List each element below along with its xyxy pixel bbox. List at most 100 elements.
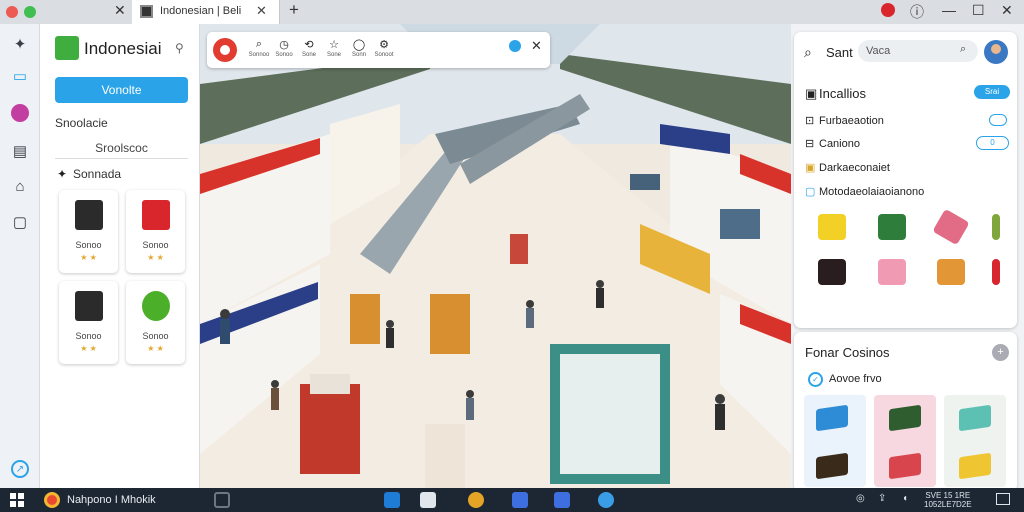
tray-time: SVE 15 1RE bbox=[925, 491, 971, 500]
maximize-icon[interactable]: ☐ bbox=[972, 2, 985, 19]
product-card[interactable]: Sonoo ★ ★ bbox=[126, 281, 185, 364]
globe-icon[interactable] bbox=[509, 40, 521, 52]
tray-clock[interactable]: SVE 15 1RE 1052LE7D2E bbox=[924, 491, 972, 509]
network-icon[interactable]: ◎ bbox=[856, 493, 865, 504]
dark-bag-icon[interactable] bbox=[818, 259, 846, 285]
close-icon[interactable]: ✕ bbox=[531, 38, 542, 54]
category-icon: ✦ bbox=[57, 167, 68, 181]
phone-icon[interactable] bbox=[512, 492, 528, 508]
row-square[interactable]: ▢ Motodaeolaiaoianono bbox=[805, 185, 924, 198]
start-icon[interactable] bbox=[10, 493, 24, 507]
profile-icon[interactable] bbox=[11, 104, 29, 122]
tool-circle[interactable]: ◯ Sonn bbox=[347, 38, 371, 58]
globe-icon[interactable] bbox=[598, 492, 614, 508]
tool-share[interactable]: ⟲ Sone bbox=[297, 38, 321, 58]
orange-box-icon[interactable] bbox=[937, 259, 965, 285]
browser-app-icon[interactable] bbox=[44, 492, 60, 508]
search-icon[interactable]: ⌕ bbox=[804, 44, 812, 61]
right-panel: ⌕ Sant Vaca ⌕ ▣ Incallios Srai ⊡ Furbaeaot… bbox=[791, 24, 1024, 492]
window-zoom-dot[interactable] bbox=[24, 6, 36, 18]
product-card[interactable]: Sonoo ★ ★ bbox=[59, 190, 118, 273]
red-key-icon[interactable] bbox=[992, 259, 1000, 285]
tool-search[interactable]: ⌕ Sonnoo bbox=[247, 38, 271, 58]
monitor-icon[interactable] bbox=[214, 492, 230, 508]
tab-close-icon[interactable]: ✕ bbox=[256, 3, 267, 19]
puzzle-icon[interactable]: ✦ bbox=[10, 34, 30, 54]
compass-icon[interactable]: ↗ bbox=[11, 460, 29, 478]
check-icon[interactable]: ✓ bbox=[808, 372, 823, 387]
info-icon[interactable]: ⓘ bbox=[910, 2, 924, 22]
pin-icon[interactable]: ⚲ bbox=[175, 41, 184, 55]
clock-icon: ◷ bbox=[279, 39, 289, 51]
primary-button[interactable]: Vonolte bbox=[55, 77, 188, 103]
product-card[interactable]: Sonoo ★ ★ bbox=[126, 190, 185, 273]
document-icon[interactable]: ▤ bbox=[10, 141, 30, 161]
tool-history[interactable]: ◷ Sonoo bbox=[272, 38, 296, 58]
avatar[interactable] bbox=[984, 40, 1008, 64]
row-link[interactable]: ⊡ Furbaeaotion bbox=[805, 114, 884, 127]
card-label: Sonoo bbox=[142, 331, 169, 341]
new-tab-icon[interactable]: + bbox=[289, 0, 299, 20]
store-icon[interactable] bbox=[384, 492, 400, 508]
card-image-icon bbox=[75, 291, 103, 321]
yellow-box-icon[interactable] bbox=[818, 214, 846, 240]
product-card[interactable]: Sonoo ★ ★ bbox=[59, 281, 118, 364]
sub-input[interactable]: Sroolscoc bbox=[55, 137, 188, 159]
brown-box-icon bbox=[816, 452, 848, 480]
category-label: Sonnada bbox=[73, 167, 122, 181]
tool-label: Sonoo bbox=[275, 52, 293, 58]
info-icon: ▣ bbox=[805, 86, 818, 101]
browser-toolbar: ⌕ Sonnoo ◷ Sonoo ⟲ Sone ☆ Sone ◯ Sonn ⚙ … bbox=[207, 32, 550, 68]
collection-tile[interactable] bbox=[874, 395, 936, 487]
inbox-icon[interactable]: ▭ bbox=[10, 66, 30, 86]
details-card: ⌕ Sant Vaca ⌕ ▣ Incallios Srai ⊡ Furbaeaot… bbox=[794, 32, 1017, 328]
tool-label: Sonn bbox=[351, 52, 366, 58]
collection-subtitle: Aovoe frvo bbox=[829, 373, 882, 385]
share-icon: ⟲ bbox=[304, 39, 314, 51]
tool-favorite[interactable]: ☆ Sone bbox=[322, 38, 346, 58]
folder-icon[interactable]: ▢ bbox=[10, 212, 30, 232]
collection-tile[interactable] bbox=[804, 395, 866, 487]
home-icon[interactable]: ⌂ bbox=[10, 176, 30, 196]
extension-icon[interactable] bbox=[881, 3, 895, 17]
add-icon[interactable]: + bbox=[992, 344, 1009, 361]
card-image-icon bbox=[142, 200, 170, 230]
tool-settings[interactable]: ⚙ Sonoot bbox=[372, 38, 396, 58]
green-key-icon[interactable] bbox=[992, 214, 1000, 240]
row-package[interactable]: ▣ Darkaeconaiet bbox=[805, 161, 890, 174]
pink-wallet-icon[interactable] bbox=[932, 208, 970, 246]
card-image-icon bbox=[142, 291, 170, 321]
tab-active[interactable]: Indonesian | Beli ✕ bbox=[132, 0, 280, 24]
title-pill-button[interactable]: Srai bbox=[974, 85, 1010, 99]
edit-icon[interactable] bbox=[554, 492, 570, 508]
blue-book-icon bbox=[816, 404, 848, 432]
taskbar-app-label[interactable]: Nahpono I Mhokik bbox=[67, 494, 156, 506]
volume-icon[interactable]: ◖ bbox=[902, 493, 908, 504]
toggle-switch[interactable] bbox=[989, 114, 1007, 126]
search-submit-icon[interactable]: ⌕ bbox=[960, 43, 966, 56]
window-titlebar: ✕ Indonesian | Beli ✕ + ⓘ — ☐ ✕ bbox=[0, 0, 1024, 24]
card-image-icon bbox=[75, 200, 103, 230]
mail-icon[interactable] bbox=[420, 492, 436, 508]
rating-stars: ★ ★ bbox=[147, 253, 164, 262]
tab-close-icon[interactable]: ✕ bbox=[114, 2, 126, 19]
red-box-icon bbox=[889, 452, 921, 480]
window-close-icon[interactable]: ✕ bbox=[1001, 2, 1013, 19]
collection-tile[interactable] bbox=[944, 395, 1006, 487]
collection-title: Fonar Cosinos bbox=[805, 345, 890, 360]
app-logo-icon[interactable] bbox=[213, 38, 237, 62]
rating-stars: ★ ★ bbox=[80, 253, 97, 262]
toggle-switch[interactable]: 0 bbox=[976, 136, 1009, 150]
window-close-dot[interactable] bbox=[6, 6, 18, 18]
green-chest-icon[interactable] bbox=[878, 214, 906, 240]
notification-icon[interactable] bbox=[996, 493, 1010, 505]
row-clipboard[interactable]: ⊟ Caniono bbox=[805, 137, 860, 150]
package-icon: ▣ bbox=[805, 162, 816, 174]
minimize-icon[interactable]: — bbox=[942, 2, 956, 18]
yellow-box-icon bbox=[959, 452, 991, 480]
chrome-icon[interactable] bbox=[468, 492, 484, 508]
rating-stars: ★ ★ bbox=[80, 344, 97, 353]
share-icon[interactable]: ⇪ bbox=[878, 493, 886, 504]
green-box-icon bbox=[889, 404, 921, 432]
pink-box-icon[interactable] bbox=[878, 259, 906, 285]
